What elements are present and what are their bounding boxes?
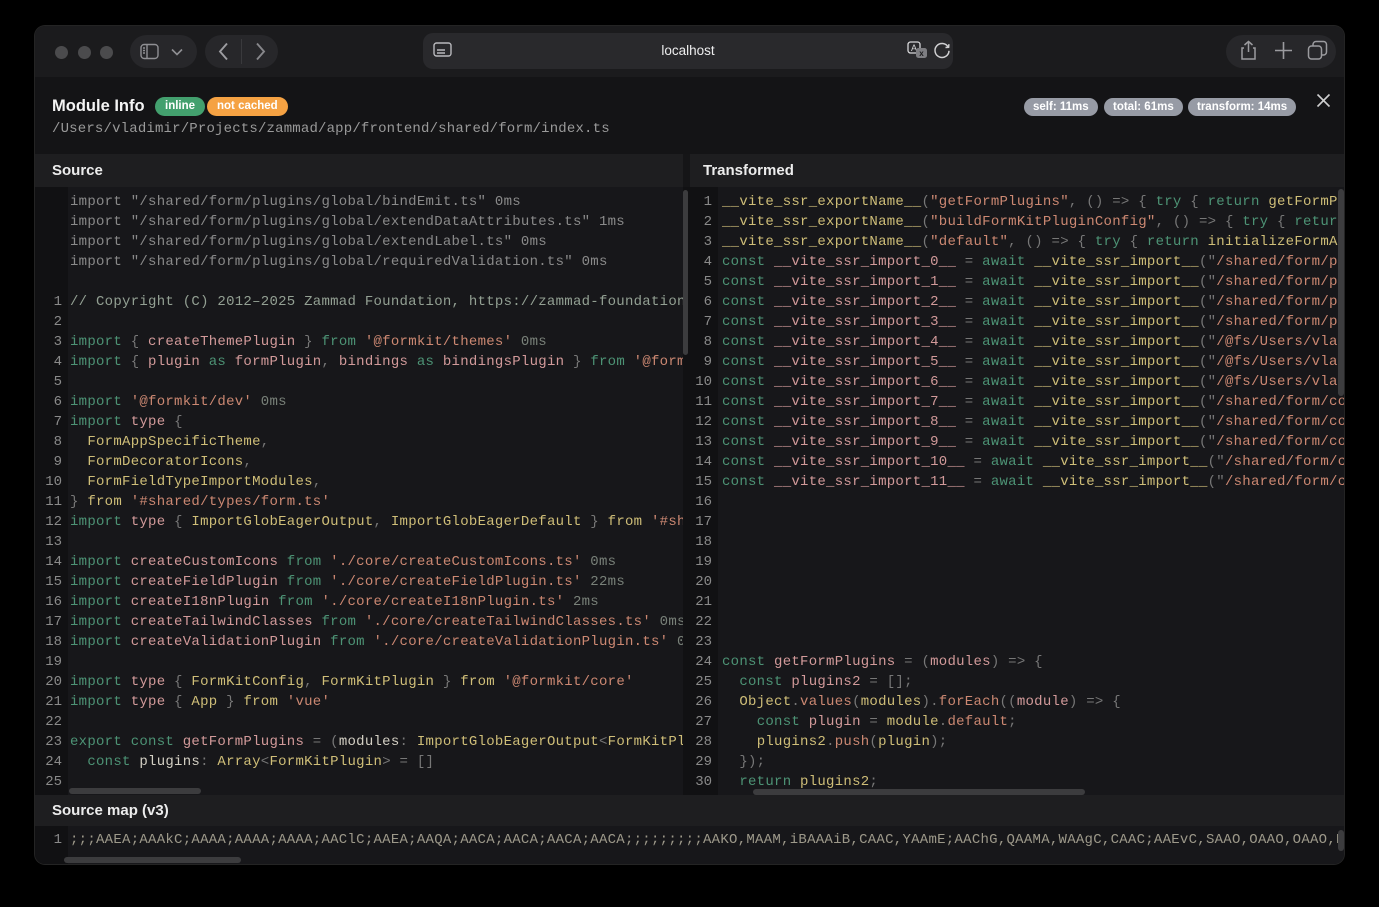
svg-text:x: x <box>919 49 924 58</box>
